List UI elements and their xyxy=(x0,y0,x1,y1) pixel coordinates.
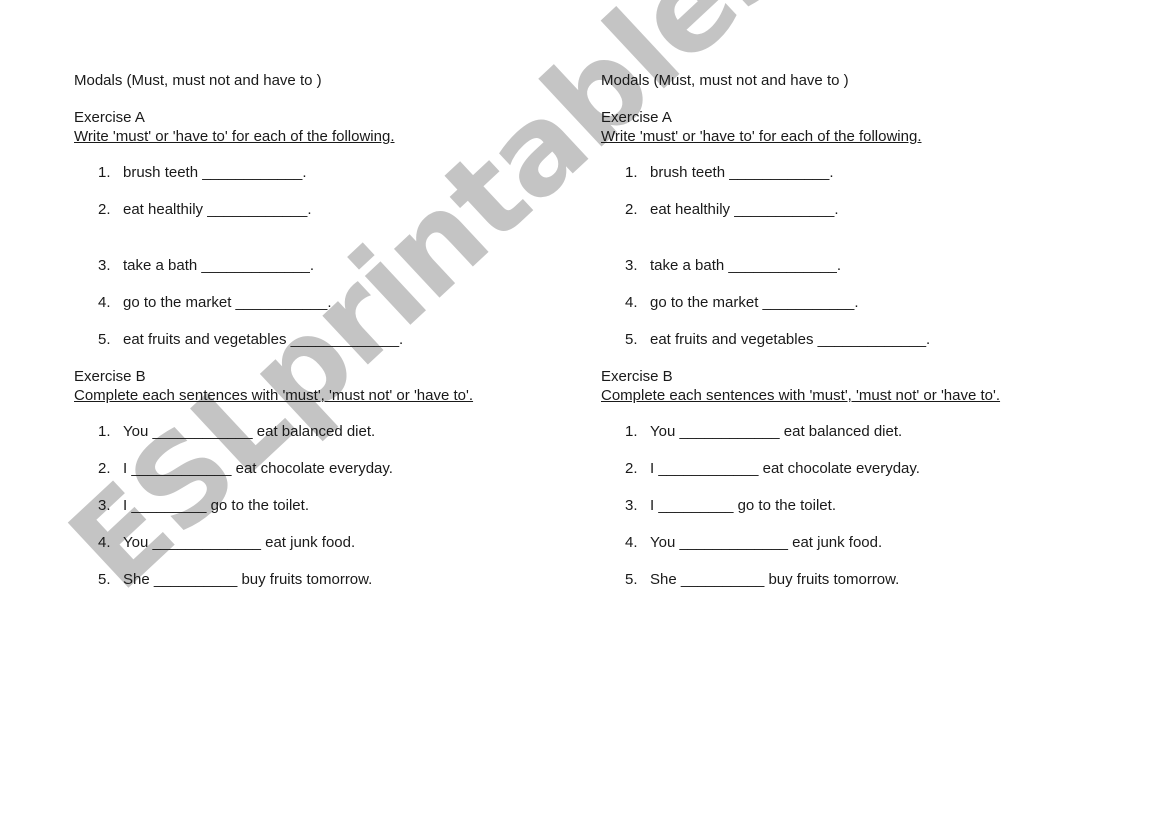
item-text: I _________ go to the toilet. xyxy=(123,497,309,514)
item-text: eat healthily ____________. xyxy=(650,201,839,218)
list-item: 4. You _____________ eat junk food. xyxy=(74,534,574,571)
item-number: 1. xyxy=(625,423,638,440)
item-text: You ____________ eat balanced diet. xyxy=(123,423,376,440)
item-number: 5. xyxy=(625,571,638,588)
item-number: 2. xyxy=(625,460,638,477)
list-item: 1. brush teeth ____________. xyxy=(74,164,574,201)
list-item: 2. eat healthily ____________. xyxy=(601,201,1101,238)
item-number: 1. xyxy=(98,423,111,440)
list-item: 4. go to the market ___________. xyxy=(601,294,1101,331)
exercise-a-instruction: Write 'must' or 'have to' for each of th… xyxy=(601,128,922,145)
item-number: 1. xyxy=(98,164,111,181)
worksheet-column-right: Modals (Must, must not and have to ) Exe… xyxy=(601,72,1101,608)
list-item: 2. I ____________ eat chocolate everyday. xyxy=(74,460,574,497)
item-number: 2. xyxy=(98,460,111,477)
worksheet-column-left: Modals (Must, must not and have to ) Exe… xyxy=(74,72,574,608)
exercise-b-list: 1. You ____________ eat balanced diet. 2.… xyxy=(74,423,574,608)
list-item: 5. eat fruits and vegetables ____________… xyxy=(74,331,574,368)
item-number: 1. xyxy=(625,164,638,181)
item-text: eat fruits and vegetables _____________. xyxy=(123,331,404,348)
exercise-b-instruction: Complete each sentences with 'must', 'mu… xyxy=(74,387,474,404)
item-text: go to the market ___________. xyxy=(123,294,332,311)
item-number: 4. xyxy=(625,294,638,311)
item-number: 2. xyxy=(625,201,638,218)
worksheet-title: Modals (Must, must not and have to ) xyxy=(74,72,322,89)
list-item: 2. eat healthily ____________. xyxy=(74,201,574,238)
item-text: She __________ buy fruits tomorrow. xyxy=(650,571,900,588)
exercise-b-list: 1. You ____________ eat balanced diet. 2.… xyxy=(601,423,1101,608)
item-text: You ____________ eat balanced diet. xyxy=(650,423,903,440)
item-number: 2. xyxy=(98,201,111,218)
item-text: take a bath _____________. xyxy=(650,257,842,274)
item-text: I ____________ eat chocolate everyday. xyxy=(650,460,920,477)
item-number: 4. xyxy=(98,534,111,551)
item-text: I ____________ eat chocolate everyday. xyxy=(123,460,393,477)
list-item: 5. She __________ buy fruits tomorrow. xyxy=(601,571,1101,608)
item-number: 3. xyxy=(98,497,111,514)
list-item: 4. You _____________ eat junk food. xyxy=(601,534,1101,571)
exercise-b-heading: Exercise B xyxy=(74,368,146,385)
item-number: 4. xyxy=(625,534,638,551)
list-item: 1. You ____________ eat balanced diet. xyxy=(74,423,574,460)
list-item: 2. I ____________ eat chocolate everyday. xyxy=(601,460,1101,497)
item-number: 4. xyxy=(98,294,111,311)
item-number: 5. xyxy=(98,571,111,588)
item-number: 5. xyxy=(625,331,638,348)
exercise-b-heading: Exercise B xyxy=(601,368,673,385)
item-text: You _____________ eat junk food. xyxy=(123,534,356,551)
item-text: brush teeth ____________. xyxy=(650,164,834,181)
exercise-b-instruction: Complete each sentences with 'must', 'mu… xyxy=(601,387,1001,404)
item-text: take a bath _____________. xyxy=(123,257,315,274)
item-number: 3. xyxy=(98,257,111,274)
list-item: 3. I _________ go to the toilet. xyxy=(74,497,574,534)
list-item: 3. take a bath _____________. xyxy=(601,257,1101,294)
list-item: 4. go to the market ___________. xyxy=(74,294,574,331)
list-item: 3. take a bath _____________. xyxy=(74,257,574,294)
exercise-a-list: 1. brush teeth ____________. 2. eat health… xyxy=(601,164,1101,368)
list-item: 5. eat fruits and vegetables ____________… xyxy=(601,331,1101,368)
worksheet-title: Modals (Must, must not and have to ) xyxy=(601,72,849,89)
item-text: eat healthily ____________. xyxy=(123,201,312,218)
item-number: 3. xyxy=(625,497,638,514)
item-text: brush teeth ____________. xyxy=(123,164,307,181)
item-text: She __________ buy fruits tomorrow. xyxy=(123,571,373,588)
item-text: eat fruits and vegetables _____________. xyxy=(650,331,931,348)
item-text: I _________ go to the toilet. xyxy=(650,497,836,514)
item-number: 3. xyxy=(625,257,638,274)
list-item: 3. I _________ go to the toilet. xyxy=(601,497,1101,534)
exercise-a-heading: Exercise A xyxy=(74,109,145,126)
item-number: 5. xyxy=(98,331,111,348)
item-text: go to the market ___________. xyxy=(650,294,859,311)
exercise-a-heading: Exercise A xyxy=(601,109,672,126)
list-item: 1. You ____________ eat balanced diet. xyxy=(601,423,1101,460)
exercise-a-instruction: Write 'must' or 'have to' for each of th… xyxy=(74,128,395,145)
list-item: 5. She __________ buy fruits tomorrow. xyxy=(74,571,574,608)
item-text: You _____________ eat junk food. xyxy=(650,534,883,551)
list-item: 1. brush teeth ____________. xyxy=(601,164,1101,201)
exercise-a-list: 1. brush teeth ____________. 2. eat health… xyxy=(74,164,574,368)
